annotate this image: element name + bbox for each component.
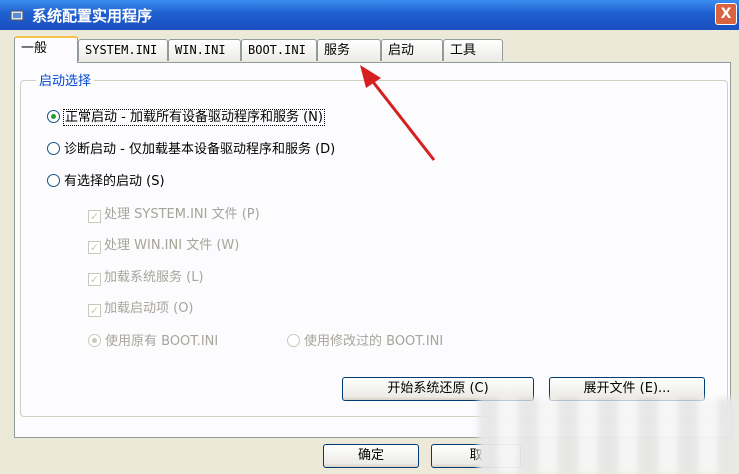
- checkbox-load-startup-items[interactable]: ✓ 加载启动项 (O): [88, 297, 194, 317]
- title-bar[interactable]: 系统配置实用程序 X: [0, 0, 739, 30]
- checkmark-icon: ✓: [88, 304, 101, 317]
- window-title: 系统配置实用程序: [32, 7, 153, 25]
- radio-selective-startup[interactable]: 有选择的启动 (S): [47, 170, 165, 189]
- close-button[interactable]: X: [715, 3, 737, 25]
- blurred-watermark-region: [478, 398, 739, 474]
- radio-use-original-boot-ini[interactable]: 使用原有 BOOT.INI: [88, 330, 218, 349]
- ok-button[interactable]: 确定: [323, 444, 419, 468]
- radio-use-modified-boot-ini[interactable]: 使用修改过的 BOOT.INI: [287, 330, 443, 349]
- radio-diagnostic-startup[interactable]: 诊断启动 - 仅加载基本设备驱动程序和服务 (D): [47, 138, 335, 157]
- radio-selected-icon: [88, 334, 101, 347]
- checkmark-icon: ✓: [88, 241, 101, 254]
- checkmark-icon: ✓: [88, 210, 101, 223]
- tab-system-ini[interactable]: SYSTEM.INI: [78, 39, 168, 61]
- checkbox-process-system-ini[interactable]: ✓ 处理 SYSTEM.INI 文件 (P): [88, 203, 260, 223]
- app-icon: [10, 10, 24, 21]
- radio-icon: [47, 174, 60, 187]
- group-label: 启动选择: [36, 70, 95, 89]
- radio-selected-icon: [47, 110, 60, 123]
- radio-icon: [47, 142, 60, 155]
- checkbox-process-win-ini[interactable]: ✓ 处理 WIN.INI 文件 (W): [88, 234, 239, 254]
- tab-general[interactable]: 一般: [14, 36, 78, 63]
- tab-services[interactable]: 服务: [317, 39, 381, 61]
- radio-normal-startup[interactable]: 正常启动 - 加载所有设备驱动程序和服务 (N): [47, 106, 325, 126]
- tab-startup[interactable]: 启动: [381, 39, 443, 61]
- checkbox-load-system-services[interactable]: ✓ 加载系统服务 (L): [88, 266, 204, 286]
- tab-win-ini[interactable]: WIN.INI: [168, 39, 241, 61]
- radio-icon: [287, 334, 300, 347]
- tab-boot-ini[interactable]: BOOT.INI: [241, 39, 317, 61]
- tab-tools[interactable]: 工具: [443, 39, 503, 61]
- checkmark-icon: ✓: [88, 273, 101, 286]
